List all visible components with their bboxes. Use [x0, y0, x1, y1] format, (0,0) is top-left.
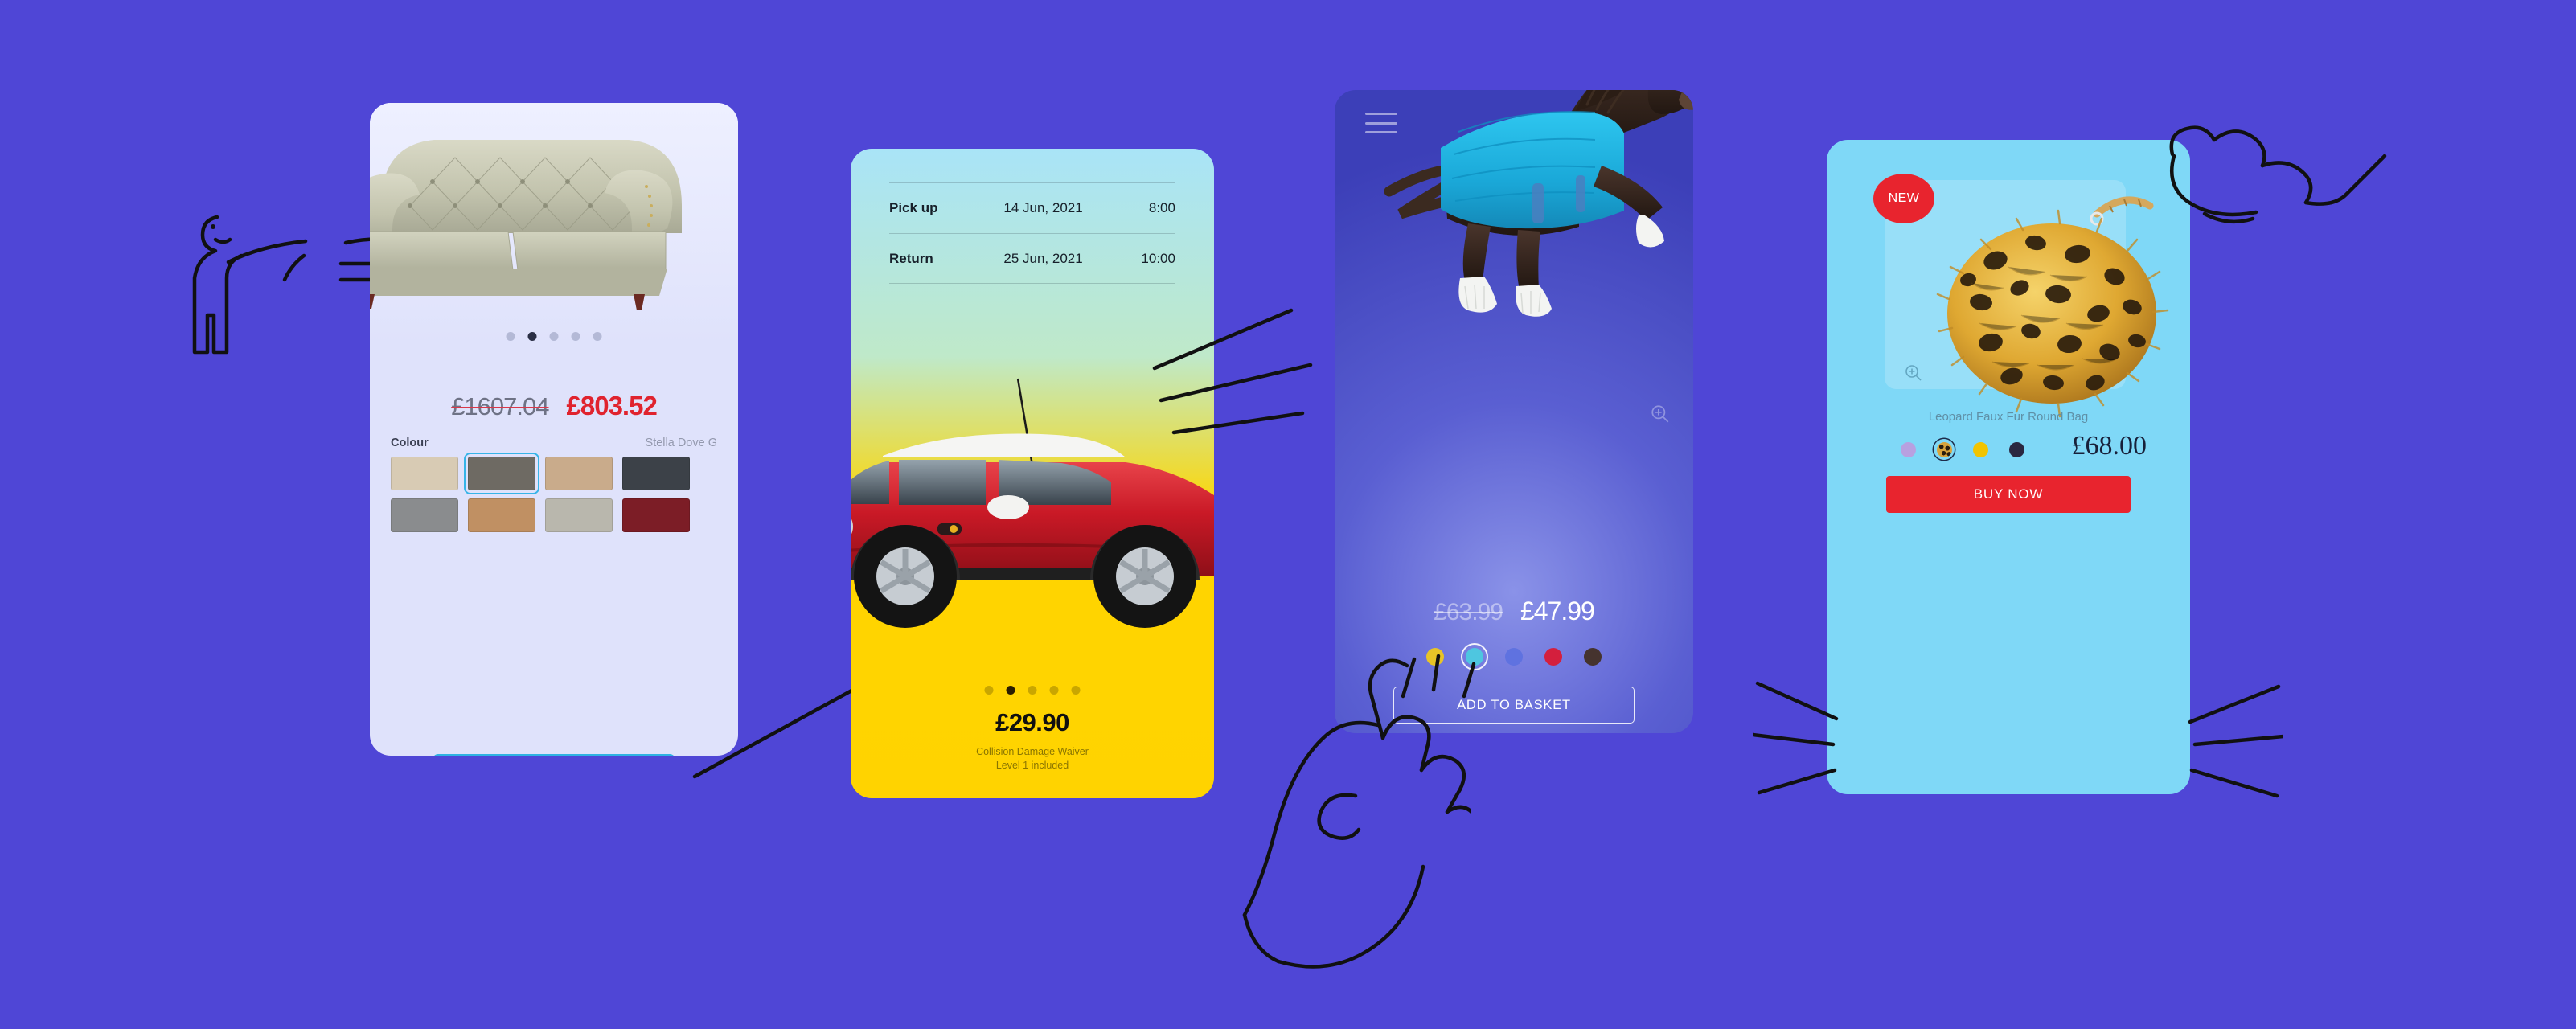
carousel-dot-active[interactable]: [527, 332, 537, 341]
car-rental-price: £29.90: [995, 708, 1069, 736]
sofa-price-original: £1607.04: [451, 392, 549, 420]
return-time: 10:00: [1141, 250, 1175, 266]
swatch-dot: [2008, 441, 2024, 457]
swatch-sand[interactable]: [545, 457, 613, 490]
swatch-dot: [1900, 441, 1916, 457]
sofa-price-sale: £803.52: [566, 391, 658, 420]
sofa-product-image: [370, 140, 682, 310]
carousel-dot[interactable]: [984, 686, 994, 695]
swatch-lilac[interactable]: [1897, 439, 1918, 460]
bag-price: £68.00: [2071, 431, 2147, 461]
carousel-dot[interactable]: [506, 332, 515, 341]
sofa-price-row: £1607.04 £803.52: [451, 391, 658, 421]
horse-price-row: £63.99 £47.99: [1434, 596, 1595, 626]
car-product-image: MINI COOPER: [851, 378, 1214, 628]
magnifier-plus-icon[interactable]: [1650, 404, 1671, 424]
swatch-dot: [1505, 648, 1523, 666]
sofa-swatch-grid[interactable]: [391, 453, 690, 532]
carousel-dot[interactable]: [571, 332, 580, 341]
horse-price-sale: £47.99: [1520, 596, 1595, 625]
carousel-dot[interactable]: [1028, 686, 1037, 695]
add-to-basket-button[interactable]: ADD TO BASKET: [1393, 687, 1635, 724]
swatch-dot: [1426, 648, 1444, 666]
swatch-periwinkle[interactable]: [1502, 645, 1526, 669]
swatch-yellow[interactable]: [1423, 645, 1447, 669]
buy-now-button[interactable]: BUY NOW: [1886, 476, 2131, 513]
swatch-burgundy[interactable]: [622, 498, 690, 532]
swatch-dot: [1972, 441, 1988, 457]
product-card-bag[interactable]: NEW Leopard Faux Fur Round Bag £68.00 BU…: [1827, 140, 2190, 794]
sofa-carousel-dots[interactable]: [506, 332, 602, 341]
bag-colour-swatches[interactable]: [1897, 439, 2027, 460]
swatch-crimson[interactable]: [1541, 645, 1565, 669]
swatch-dot: [1466, 648, 1483, 666]
swatch-charcoal[interactable]: [622, 457, 690, 490]
pickup-time: 8:00: [1148, 200, 1175, 215]
swatch-dark-navy[interactable]: [2006, 439, 2027, 460]
swatch-slate-grey[interactable]: [391, 498, 458, 532]
pickup-date: 14 Jun, 2021: [1003, 200, 1083, 215]
colour-label: Colour: [391, 437, 429, 449]
magnifier-plus-icon[interactable]: [1904, 363, 1923, 383]
swatch-cyan[interactable]: [1462, 645, 1487, 669]
swatch-tan[interactable]: [468, 498, 535, 532]
car-note-line-1: Collision Damage Waiver: [976, 746, 1089, 757]
sofa-colour-header: Colour Stella Dove G: [391, 437, 717, 449]
carousel-dot[interactable]: [1049, 686, 1059, 695]
carousel-dot[interactable]: [1071, 686, 1081, 695]
rental-row-return[interactable]: Return 25 Jun, 2021 10:00: [889, 233, 1175, 284]
return-label: Return: [889, 250, 933, 266]
swatch-yellow[interactable]: [1970, 439, 1991, 460]
swatch-dot: [1544, 648, 1562, 666]
product-card-sofa[interactable]: £1607.04 £803.52 Colour Stella Dove G AD…: [370, 103, 738, 756]
swatch-light-stone[interactable]: [545, 498, 613, 532]
bag-product-image: [1936, 196, 2169, 418]
horse-colour-swatches[interactable]: [1423, 645, 1605, 669]
swatch-dark-brown[interactable]: [1581, 645, 1605, 669]
car-note-line-2: Level 1 included: [995, 759, 1069, 771]
return-date: 25 Jun, 2021: [1003, 250, 1083, 266]
doodle-hand-holding-handle: [2169, 125, 2387, 224]
poster-stage: £1607.04 £803.52 Colour Stella Dove G AD…: [0, 0, 2576, 1029]
swatch-dot: [1584, 648, 1602, 666]
carousel-dot[interactable]: [549, 332, 559, 341]
pickup-label: Pick up: [889, 200, 938, 215]
carousel-dot-active[interactable]: [1006, 686, 1015, 695]
horse-product-image: [1384, 90, 1693, 317]
rental-dates-table: Pick up 14 Jun, 2021 8:00 Return 25 Jun,…: [889, 182, 1175, 284]
horse-price-original: £63.99: [1434, 599, 1503, 625]
add-to-basket-button[interactable]: ADD TO BASKET: [433, 754, 675, 756]
doodle-burst-lines-right: [2188, 684, 2283, 798]
new-badge: NEW: [1873, 174, 1934, 223]
rental-row-pickup[interactable]: Pick up 14 Jun, 2021 8:00: [889, 182, 1175, 233]
swatch-dove-grey[interactable]: [464, 453, 539, 494]
swatch-leopard[interactable]: [1934, 439, 1955, 460]
swatch-dot: [1936, 441, 1952, 457]
colour-selected-value: Stella Dove G: [645, 437, 717, 449]
bag-product-title: Leopard Faux Fur Round Bag: [1928, 410, 2089, 424]
car-rental-note: Collision Damage Waiver Level 1 included: [851, 745, 1214, 773]
swatch-cream[interactable]: [391, 457, 458, 490]
product-card-car-rental[interactable]: Pick up 14 Jun, 2021 8:00 Return 25 Jun,…: [851, 149, 1214, 798]
product-card-horse-rug[interactable]: £63.99 £47.99 ADD TO BASKET: [1335, 90, 1693, 733]
carousel-dot[interactable]: [593, 332, 602, 341]
car-carousel-dots[interactable]: [984, 686, 1081, 695]
